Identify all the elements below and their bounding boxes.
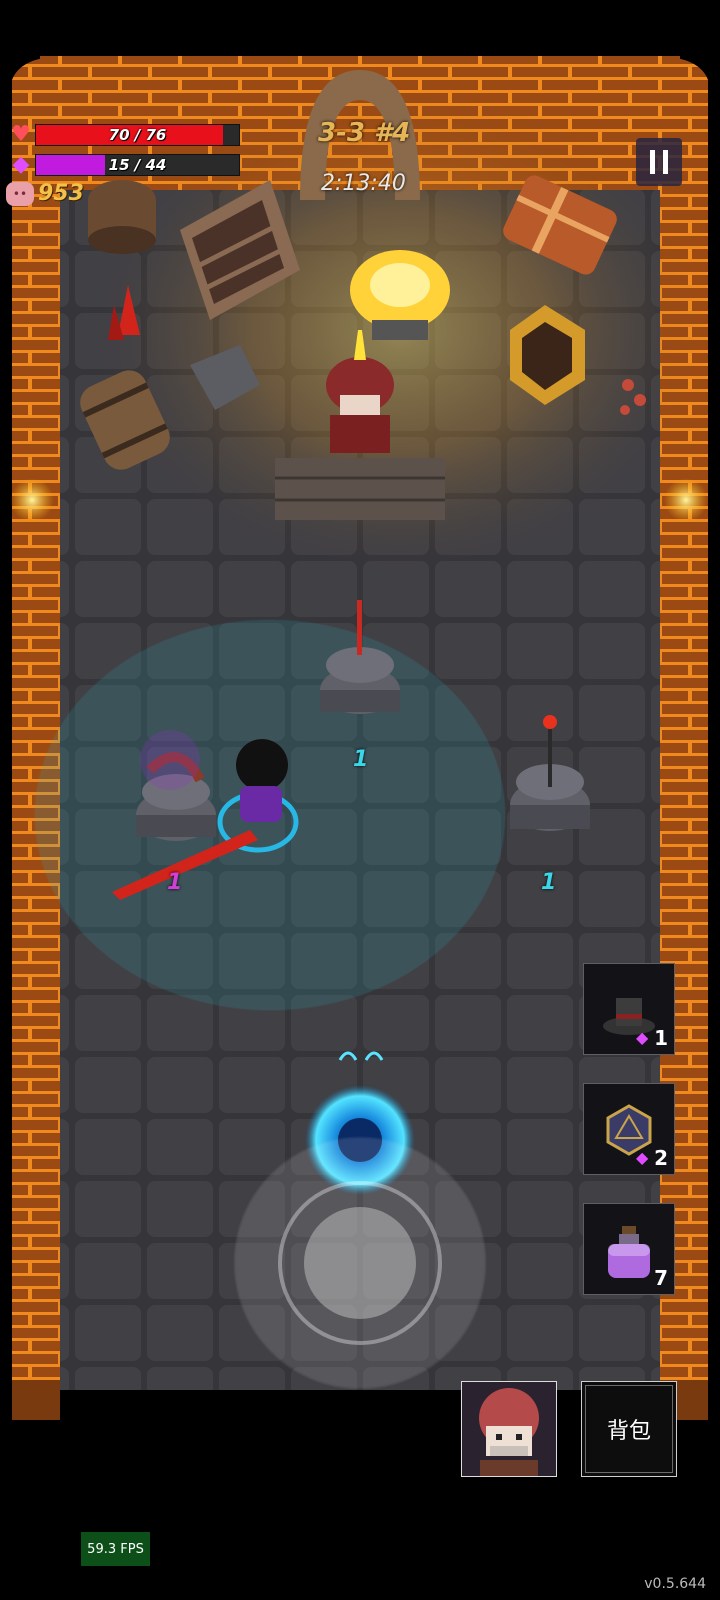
backpack-button[interactable]: 背包 [581,1381,677,1477]
dungeon-scene [0,0,720,1600]
wooden-table [275,458,445,520]
npc-portrait-button[interactable] [461,1381,557,1477]
barrel-top-left [88,180,156,254]
hp-bar: 70 / 76 [35,124,240,146]
wall-torch-left [10,478,54,522]
damage-number: 1 [353,747,369,772]
item-count: 7 [654,1266,668,1290]
item-cost: 1 [654,1026,668,1050]
fps-counter: 59.3 FPS [81,1532,150,1566]
pause-button[interactable] [636,138,682,186]
heart-icon: ♥ [11,121,31,147]
level-indicator: 3-3 #4 [318,118,411,148]
wall-torch-right [664,478,708,522]
gold-count: 953 [38,181,84,206]
gem-icon: ◆ [636,1028,649,1047]
inventory-slot-die[interactable]: ◆ 2 [583,1083,675,1175]
pig-icon: •• [6,182,34,206]
hp-text: 70 / 76 [108,126,167,144]
damage-number: 1 [167,870,183,895]
version-label: v0.5.644 [644,1576,706,1592]
inventory-slot-hat[interactable]: ◆ 1 [583,963,675,1055]
gem-icon: ◆ [12,151,30,177]
mana-text: 15 / 44 [108,156,167,174]
npc-portrait-icon [462,1382,556,1476]
gem-icon: ◆ [636,1148,649,1167]
damage-number: 1 [541,870,557,895]
inventory-slot-potion[interactable]: 7 [583,1203,675,1295]
mana-bar: 15 / 44 [35,154,240,176]
virtual-joystick [233,1136,487,1390]
item-cost: 2 [654,1146,668,1170]
left-wall [12,56,60,1400]
run-timer: 2:13:40 [321,171,406,196]
pause-icon [650,150,655,174]
